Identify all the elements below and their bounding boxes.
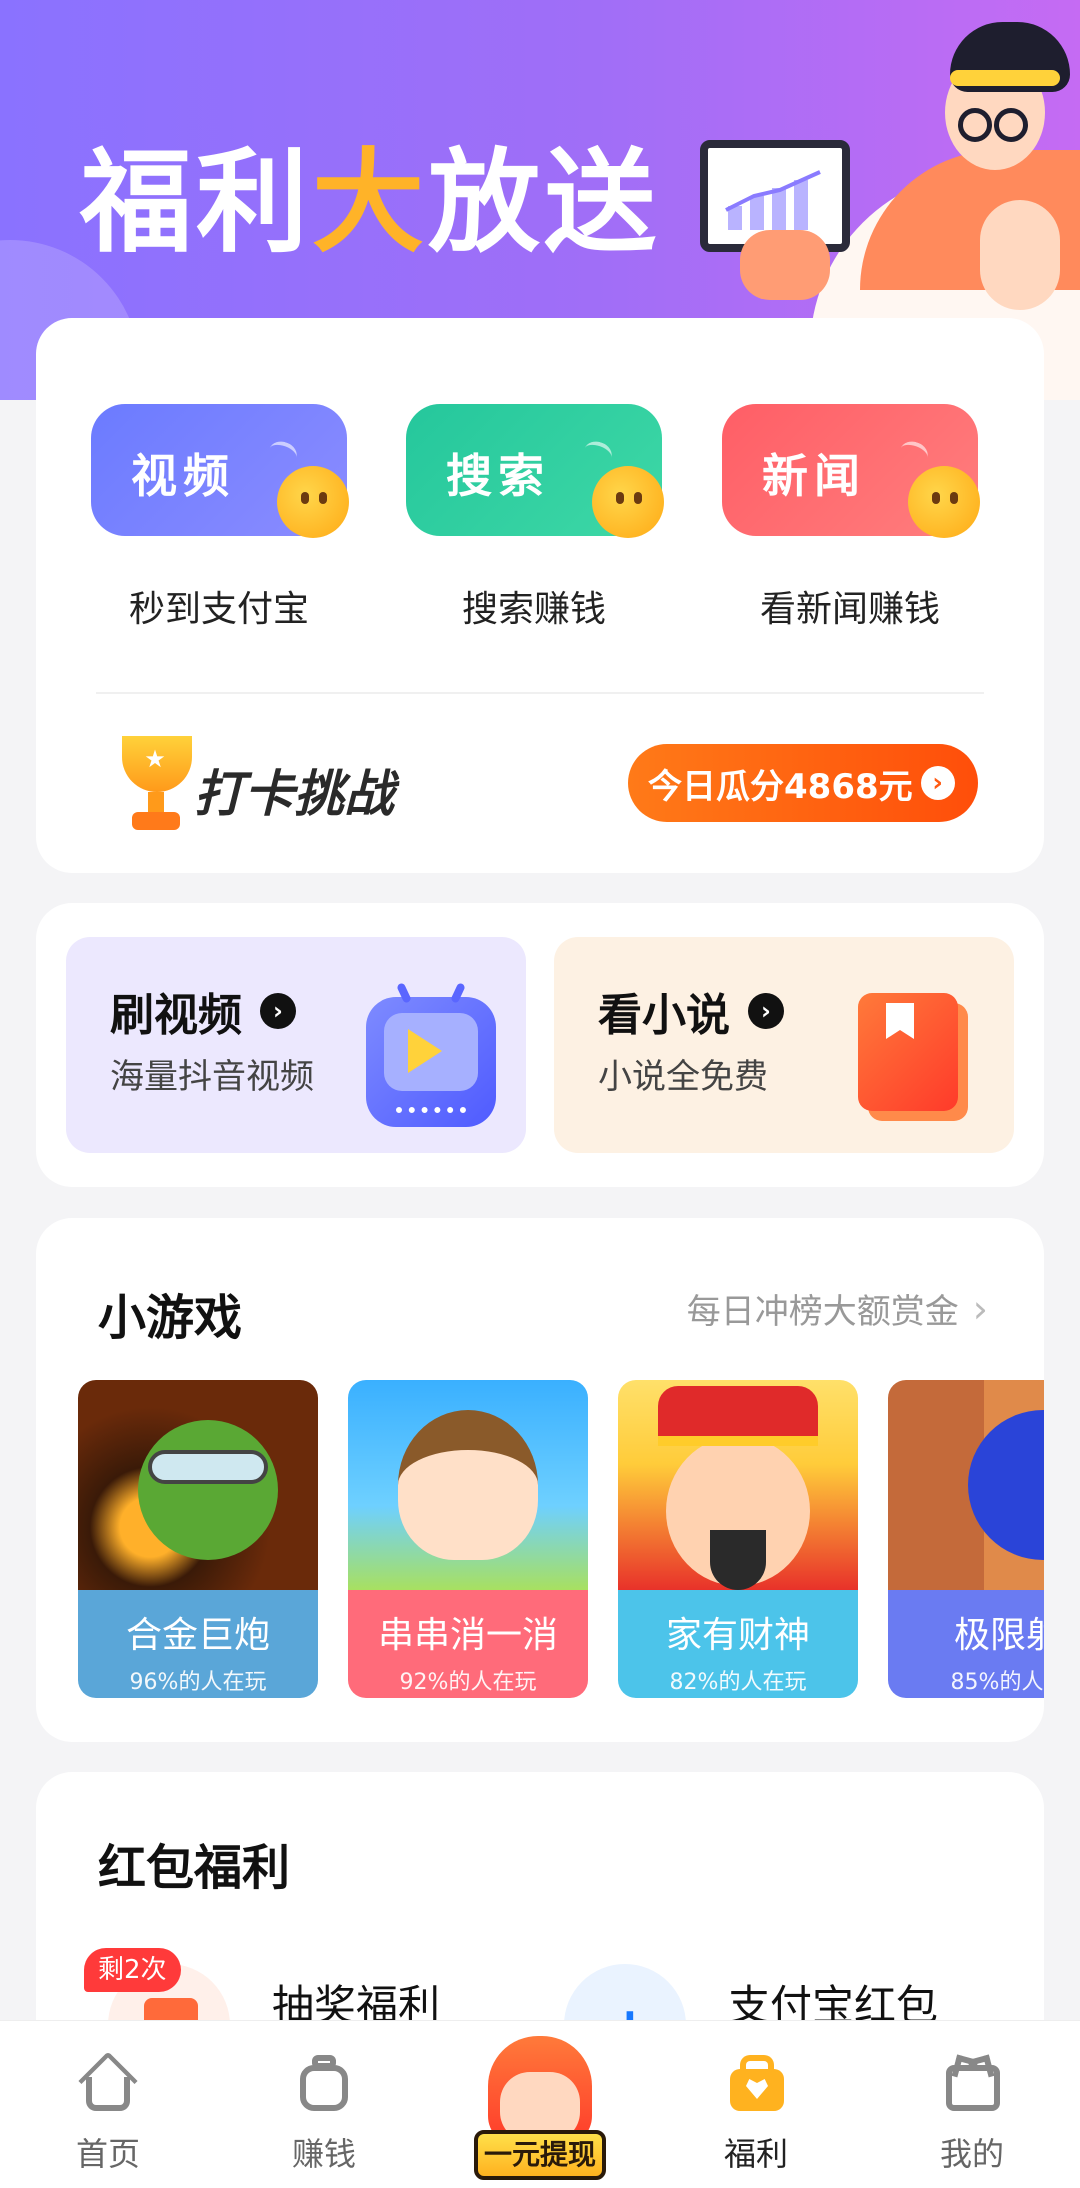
hero-headband	[950, 70, 1060, 86]
cat-face-icon	[940, 2051, 1004, 2115]
mushroom-icon	[581, 437, 615, 469]
chevron-right-icon: ›	[748, 993, 784, 1029]
feature-video-badge: 视频	[131, 449, 235, 503]
banner-title-part2: 放送	[428, 138, 660, 268]
mini-games-card: 小游戏 每日冲榜大额赏金 › 合金巨炮 96%的人在玩 串串消一消 92%的人在…	[36, 1218, 1044, 1742]
game-artwork	[348, 1380, 588, 1590]
book-icon	[858, 993, 970, 1121]
game-players: 96%的人在玩	[129, 1670, 267, 1695]
feature-card: 视频 搜索 新闻 秒到支付宝 搜索赚钱 看新闻赚钱 ★ 打卡挑战 今日瓜分486…	[36, 318, 1044, 873]
feature-search-button[interactable]: 搜索	[406, 404, 664, 538]
feature-video-label[interactable]: 秒到支付宝	[91, 580, 347, 632]
tile-novel-title: 看小说 ›	[598, 979, 784, 1043]
gift-icon	[724, 2051, 788, 2115]
game-caption: 极限射 85%的人在	[888, 1590, 1044, 1698]
withdraw-label: 一元提现	[474, 2130, 606, 2180]
sparkle-icon	[266, 437, 300, 469]
game-card[interactable]: 家有财神 82%的人在玩	[618, 1380, 858, 1698]
tab-earn[interactable]: 赚钱	[254, 2051, 394, 2181]
game-caption: 串串消一消 92%的人在玩	[348, 1590, 588, 1698]
feature-news-button[interactable]: 新闻	[722, 404, 980, 538]
tab-mine[interactable]: 我的	[902, 2051, 1042, 2181]
chevron-right-icon: ›	[972, 1286, 988, 1331]
checkin-button-label: 今日瓜分4868元	[648, 766, 913, 807]
tile-novel-subtitle: 小说全免费	[598, 1057, 768, 1097]
feature-search-label[interactable]: 搜索赚钱	[406, 580, 662, 632]
tile-short-video[interactable]: 刷视频 › 海量抖音视频	[66, 937, 526, 1153]
mini-games-more-link[interactable]: 每日冲榜大额赏金 ›	[687, 1284, 988, 1333]
game-artwork	[888, 1380, 1044, 1590]
sparkle-icon	[897, 437, 931, 469]
feature-news-badge: 新闻	[762, 449, 866, 503]
home-icon	[76, 2051, 140, 2115]
game-card[interactable]: 合金巨炮 96%的人在玩	[78, 1380, 318, 1698]
tv-icon	[366, 982, 496, 1127]
divider	[96, 692, 984, 694]
tile-short-video-title: 刷视频 ›	[110, 979, 296, 1043]
game-players: 85%的人在	[950, 1670, 1044, 1695]
tile-short-video-subtitle: 海量抖音视频	[110, 1057, 314, 1097]
tile-novel[interactable]: 看小说 › 小说全免费	[554, 937, 1014, 1153]
banner-title-highlight: 大	[312, 138, 428, 268]
tab-welfare[interactable]: 福利	[686, 2051, 826, 2181]
feature-video-button[interactable]: 视频	[91, 404, 349, 538]
smiley-icon	[592, 466, 664, 538]
smiley-icon	[277, 466, 349, 538]
trophy-icon: ★	[114, 736, 198, 836]
rewards-title: 红包福利	[98, 1840, 291, 1896]
mini-games-more-label: 每日冲榜大额赏金	[686, 1292, 959, 1332]
game-name: 串串消一消	[377, 1615, 558, 1656]
hero-ok-hand	[980, 200, 1060, 310]
game-name: 家有财神	[665, 1615, 810, 1656]
tab-home-label: 首页	[75, 2135, 140, 2173]
chevron-right-icon: ›	[920, 766, 955, 800]
feature-search-badge: 搜索	[446, 449, 550, 503]
tab-welfare-label: 福利	[723, 2135, 788, 2173]
hero-glasses-right	[994, 108, 1028, 142]
remaining-count-badge: 剩2次	[84, 1948, 181, 1992]
chevron-right-icon: ›	[260, 993, 296, 1029]
banner-title-part1: 福利	[80, 138, 312, 268]
checkin-title: 打卡挑战	[194, 765, 394, 823]
game-players: 82%的人在玩	[669, 1670, 807, 1695]
game-artwork	[618, 1380, 858, 1590]
tile-novel-title-text: 看小说	[598, 990, 730, 1041]
banner-title: 福利大放送	[80, 112, 660, 274]
checkin-button[interactable]: 今日瓜分4868元 ›	[628, 744, 978, 822]
withdraw-button[interactable]: 一元提现	[470, 2036, 610, 2186]
game-card[interactable]: 极限射 85%的人在	[888, 1380, 1044, 1698]
game-players: 92%的人在玩	[399, 1670, 537, 1695]
game-name: 极限射	[953, 1615, 1044, 1656]
tab-home[interactable]: 首页	[38, 2051, 178, 2181]
mini-games-title: 小游戏	[98, 1290, 243, 1346]
smiley-icon	[908, 466, 980, 538]
money-bag-icon	[292, 2051, 356, 2115]
game-artwork	[78, 1380, 318, 1590]
tile-short-video-title-text: 刷视频	[110, 990, 242, 1041]
game-caption: 家有财神 82%的人在玩	[618, 1590, 858, 1698]
games-carousel[interactable]: 合金巨炮 96%的人在玩 串串消一消 92%的人在玩 家有财神 82%的人在玩 …	[78, 1380, 1044, 1700]
content-tiles-card: 刷视频 › 海量抖音视频 看小说 › 小说全免费	[36, 903, 1044, 1187]
tab-earn-label: 赚钱	[291, 2135, 356, 2173]
feature-news-label[interactable]: 看新闻赚钱	[722, 580, 978, 632]
hero-hand	[740, 230, 830, 300]
hero-glasses-left	[958, 108, 992, 142]
tab-mine-label: 我的	[939, 2135, 1004, 2173]
game-name: 合金巨炮	[125, 1615, 270, 1656]
game-card[interactable]: 串串消一消 92%的人在玩	[348, 1380, 588, 1698]
game-caption: 合金巨炮 96%的人在玩	[78, 1590, 318, 1698]
